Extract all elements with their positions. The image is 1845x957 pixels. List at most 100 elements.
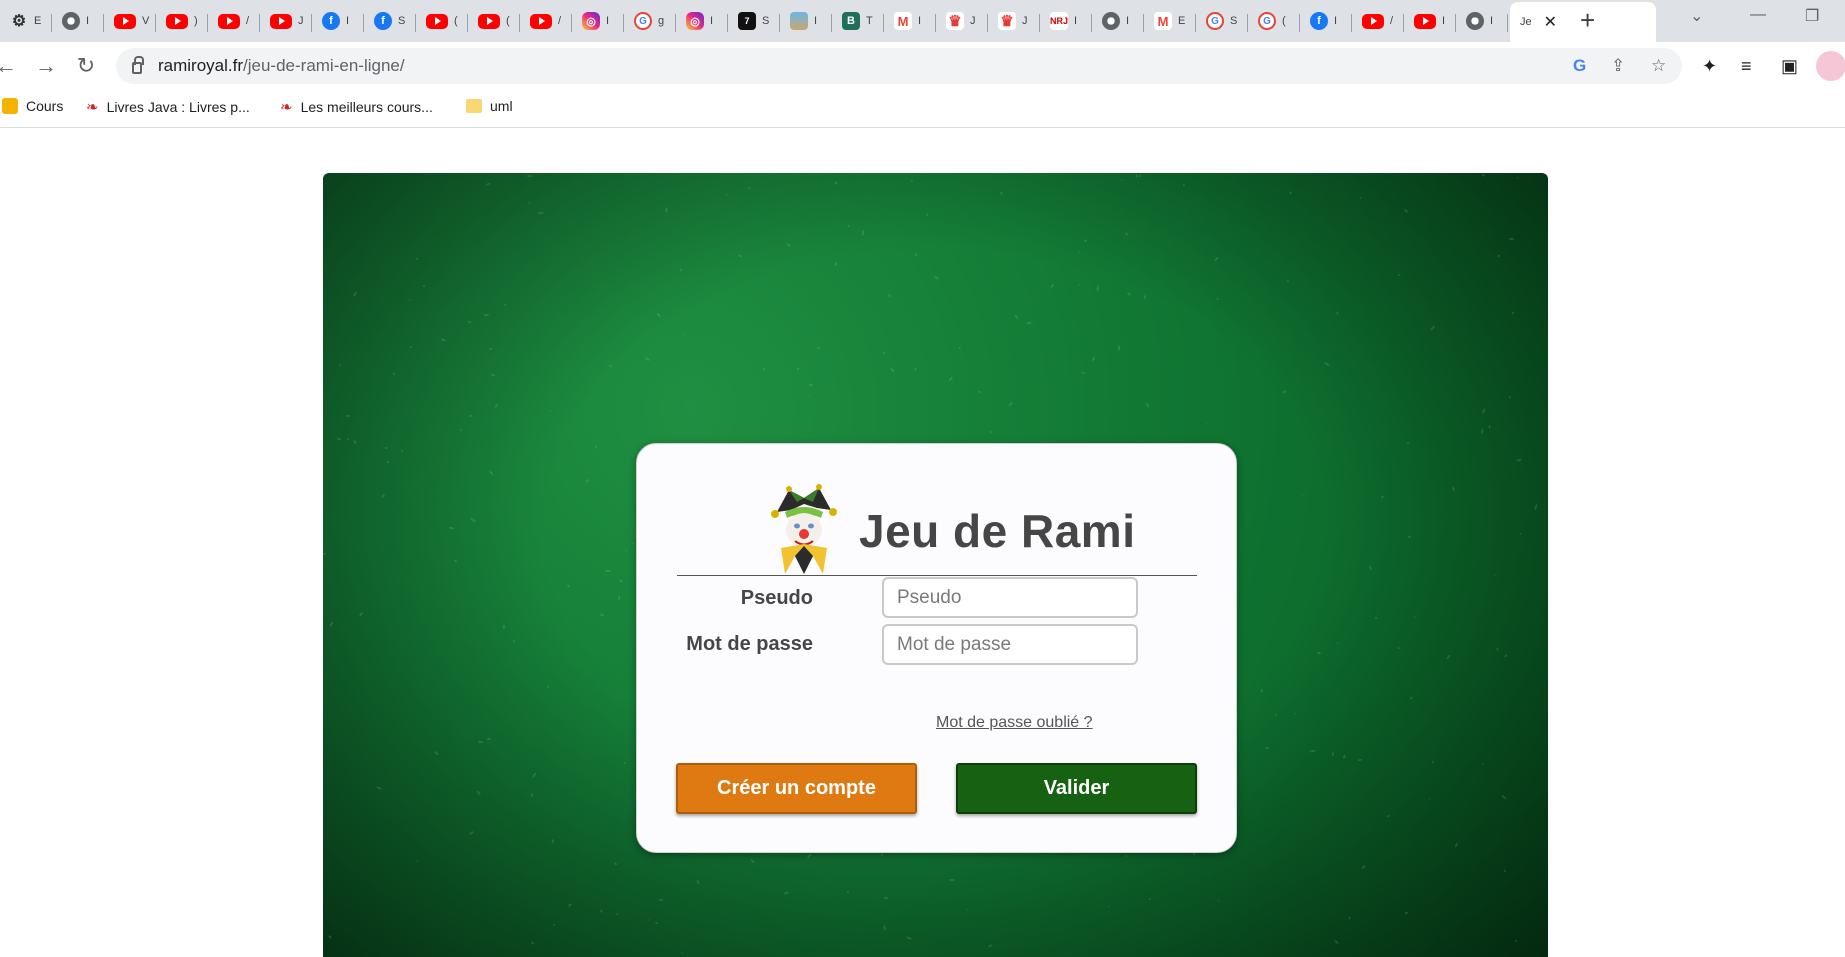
browser-tab[interactable]: ) <box>156 4 208 38</box>
bookmark-label: Les meilleurs cours... <box>300 99 433 115</box>
felt-texture-speck <box>847 225 850 228</box>
youtube-icon <box>1414 13 1436 29</box>
browser-tab[interactable]: I <box>1092 4 1144 38</box>
felt-texture-speck <box>400 449 404 453</box>
felt-texture-speck <box>1408 535 1412 539</box>
share-icon[interactable]: ⇪ <box>1611 56 1625 76</box>
jester-logo <box>771 484 837 574</box>
forward-icon[interactable]: → <box>32 52 60 80</box>
browser-tab[interactable]: NRJ I <box>1040 4 1092 38</box>
felt-texture-speck <box>468 830 474 836</box>
pseudo-input[interactable] <box>882 577 1138 618</box>
browser-tab[interactable]: GS <box>1196 4 1248 38</box>
felt-texture-speck <box>762 368 766 371</box>
felt-texture-speck <box>1217 899 1220 902</box>
browser-tab[interactable]: I <box>780 4 832 38</box>
browser-tab[interactable]: ◎ I <box>572 4 624 38</box>
browser-tab[interactable]: / <box>520 4 572 38</box>
browser-tab[interactable]: I <box>52 4 104 38</box>
browser-tab[interactable]: ♛ J <box>936 4 988 38</box>
tab-title: I <box>814 15 818 27</box>
felt-texture-speck <box>392 372 396 377</box>
book-icon: ❧ <box>280 99 293 116</box>
felt-texture-speck <box>910 179 914 183</box>
bookmark-cours[interactable]: Cours <box>2 98 63 114</box>
bookmark-star-icon[interactable]: ☆ <box>1651 56 1666 76</box>
extensions-icon[interactable]: ✦ <box>1702 56 1717 77</box>
profile-avatar[interactable] <box>1816 51 1845 81</box>
photo-icon <box>790 12 808 30</box>
b-logo-icon: B <box>842 12 860 30</box>
restore-icon[interactable]: ❐ <box>1805 6 1819 26</box>
felt-texture-speck <box>469 414 473 418</box>
felt-texture-speck <box>977 389 981 394</box>
google-icon: G <box>1206 12 1224 30</box>
felt-texture-speck <box>422 284 425 288</box>
felt-texture-speck <box>1139 174 1142 178</box>
lock-icon[interactable] <box>132 56 144 74</box>
browser-tab[interactable]: V <box>104 4 156 38</box>
felt-texture-speck <box>883 925 887 932</box>
browser-tab[interactable]: BT <box>832 4 884 38</box>
media-control-icon[interactable]: ≡ <box>1741 56 1752 77</box>
bookmark-uml[interactable]: uml <box>466 98 513 114</box>
felt-texture-speck <box>549 410 553 412</box>
browser-tab[interactable]: fS <box>364 4 416 38</box>
address-bar[interactable]: ramiroyal.fr/jeu-de-rami-en-ligne/ G ⇪ ☆ <box>116 48 1682 84</box>
felt-texture-speck <box>1216 297 1220 301</box>
browser-tab[interactable]: 7S <box>728 4 780 38</box>
browser-tab[interactable]: / <box>1352 4 1404 38</box>
felt-texture-speck <box>375 786 382 791</box>
reload-icon[interactable]: ↻ <box>72 52 100 80</box>
felt-texture-speck <box>1413 616 1416 619</box>
password-input[interactable] <box>882 624 1138 665</box>
felt-texture-speck <box>1026 321 1032 325</box>
tab-title: I <box>606 15 610 27</box>
bookmark-meilleurs-cours[interactable]: ❧ Les meilleurs cours... <box>280 98 433 116</box>
browser-tab[interactable]: MI <box>884 4 936 38</box>
felt-texture-speck <box>883 896 889 900</box>
felt-texture-speck <box>615 912 619 916</box>
bookmark-livres-java[interactable]: ❧ Livres Java : Livres p... <box>86 98 250 116</box>
felt-texture-speck <box>1452 486 1456 492</box>
felt-texture-speck <box>659 898 664 901</box>
tab-search-icon[interactable]: ⌄ <box>1690 6 1703 26</box>
felt-texture-speck <box>1288 191 1293 196</box>
youtube-icon <box>270 13 292 29</box>
back-icon[interactable]: ← <box>0 52 20 80</box>
browser-tab[interactable]: ME <box>1144 4 1196 38</box>
minimize-icon[interactable]: — <box>1750 6 1766 24</box>
browser-tab[interactable]: I <box>1456 4 1508 38</box>
felt-texture-speck <box>1511 311 1514 314</box>
side-panel-icon[interactable]: ▣ <box>1781 56 1798 77</box>
browser-tab[interactable]: / <box>208 4 260 38</box>
browser-tab[interactable]: ◎ I <box>676 4 728 38</box>
browser-tab[interactable]: ( <box>416 4 468 38</box>
google-lens-icon[interactable]: G <box>1573 56 1586 76</box>
felt-texture-speck <box>725 194 729 197</box>
browser-tab[interactable]: ( <box>468 4 520 38</box>
gear-icon: ⚙ <box>11 13 27 30</box>
tab-title: E <box>34 15 42 27</box>
felt-texture-speck <box>1360 864 1366 870</box>
tab-title: / <box>246 15 250 27</box>
felt-texture-speck <box>696 879 700 885</box>
browser-tab[interactable]: fI <box>1300 4 1352 38</box>
forgot-password-link[interactable]: Mot de passe oublié ? <box>936 714 1093 732</box>
browser-tab[interactable]: Gg <box>624 4 676 38</box>
url-text[interactable]: ramiroyal.fr/jeu-de-rami-en-ligne/ <box>158 56 405 76</box>
browser-tab[interactable]: G( <box>1248 4 1300 38</box>
new-tab-button[interactable]: + <box>1580 6 1595 34</box>
browser-tab[interactable]: J <box>260 4 312 38</box>
browser-tab[interactable]: ⚙ E <box>0 4 52 38</box>
submit-button[interactable]: Valider <box>956 763 1197 814</box>
create-account-button[interactable]: Créer un compte <box>676 763 917 814</box>
browser-tab[interactable]: ♛ J <box>988 4 1040 38</box>
close-tab-icon[interactable]: ✕ <box>1544 12 1557 32</box>
browser-tab[interactable]: fI <box>312 4 364 38</box>
chrome-icon <box>1466 12 1484 30</box>
felt-texture-speck <box>470 518 477 523</box>
tab-title: S <box>1230 15 1238 27</box>
browser-tab[interactable]: I <box>1404 4 1456 38</box>
felt-texture-speck <box>599 613 604 617</box>
